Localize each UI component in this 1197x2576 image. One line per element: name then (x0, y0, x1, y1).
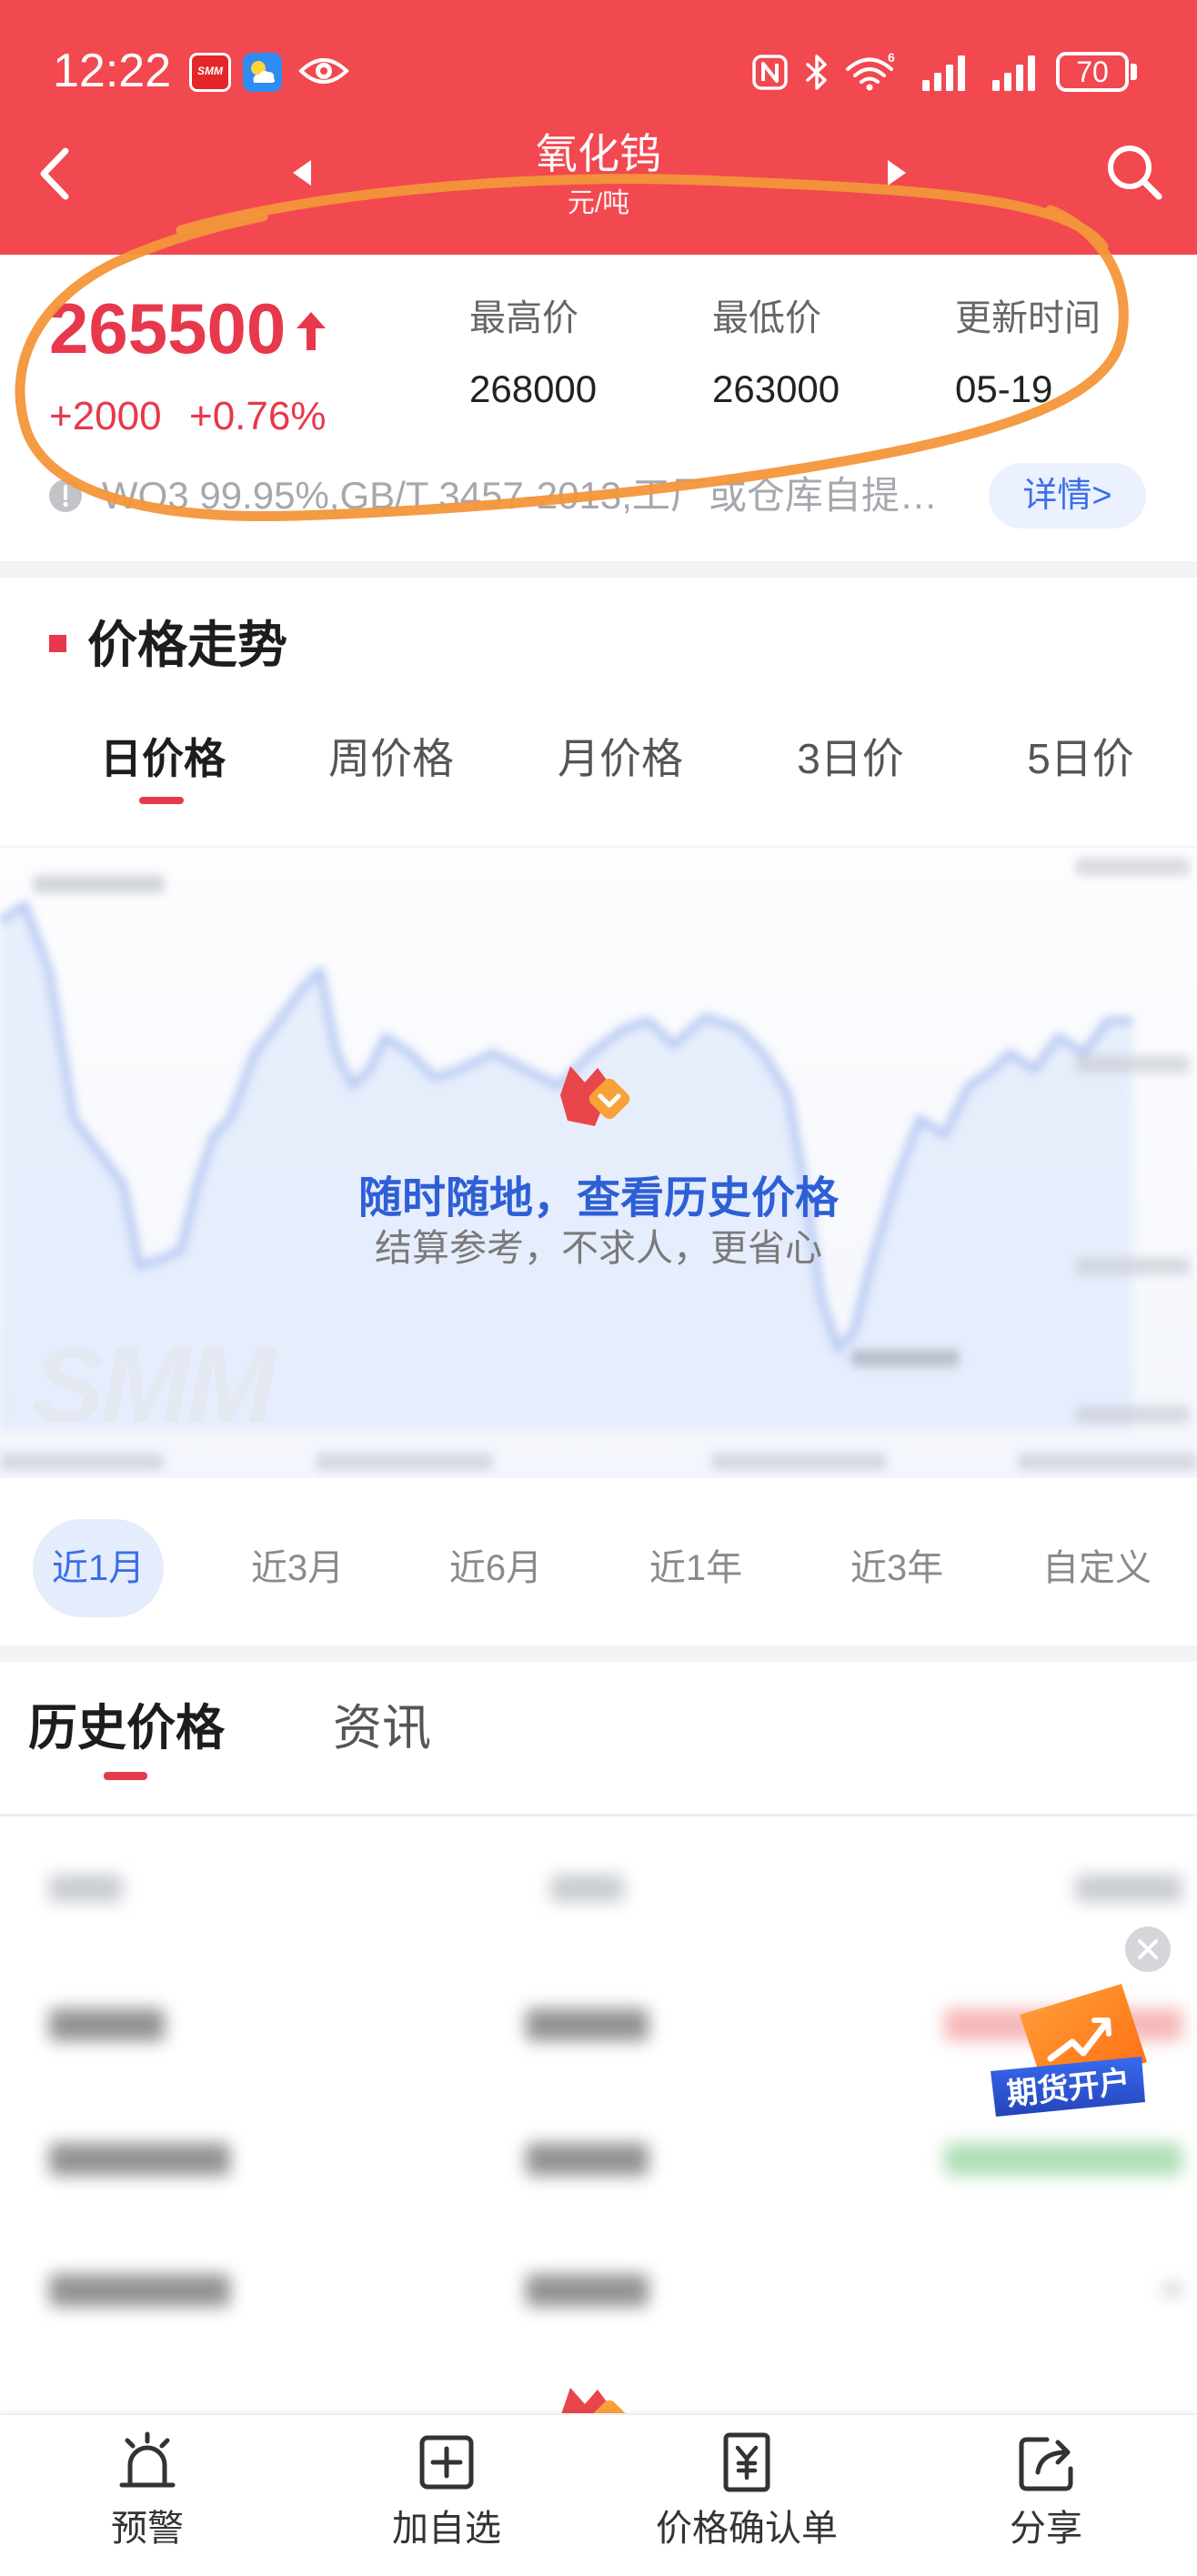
status-time: 12:22 (53, 45, 172, 97)
screen: 12:22 SMM 6 70 氧化钨 元/吨 265500 +2000 +0.7… (0, 0, 1197, 2576)
stat-updated-label: 更新时间 (955, 298, 1101, 338)
tab-daily-price[interactable]: 日价格 (72, 733, 254, 784)
stat-high-value: 268000 (469, 367, 598, 410)
smm-app-icon: SMM (189, 53, 231, 92)
stat-high-label: 最高价 (469, 298, 578, 338)
range-3-years[interactable]: 近3年 (815, 1546, 979, 1590)
nav-share-label: 分享 (1010, 2509, 1082, 2549)
nav-share[interactable]: 分享 (910, 2420, 1182, 2576)
tab-news[interactable]: 资讯 (333, 1699, 431, 1757)
signal-icon-sim2 (992, 55, 1035, 91)
futures-account-promo[interactable]: 期货开户 (985, 1978, 1151, 2128)
stat-low-value: 263000 (712, 367, 840, 410)
page-title: 氧化钨 (536, 130, 661, 177)
signal-icon-sim1 (922, 55, 965, 91)
price-chart[interactable]: SMM 随时随地，查看历史价格 结算参考，不求人，更省心 (0, 846, 1197, 1478)
next-product-icon[interactable] (887, 159, 907, 186)
tab-bar-divider (0, 1814, 1197, 1816)
table-row-cell (1162, 2285, 1182, 2294)
table-header-cell (550, 1875, 624, 1902)
price-up-arrow-icon (297, 312, 326, 350)
share-icon (1019, 2437, 1073, 2491)
tab-5day-price[interactable]: 5日价 (990, 733, 1172, 784)
table-header-cell (49, 1875, 123, 1902)
chart-overlay-title: 随时随地，查看历史价格 (357, 1174, 839, 1223)
table-header-cell (1075, 1875, 1182, 1902)
tab-3day-price[interactable]: 3日价 (759, 733, 941, 784)
nav-alert[interactable]: 预警 (11, 2420, 284, 2576)
section-marker (49, 635, 66, 652)
nav-price-confirmation-label: 价格确认单 (656, 2509, 838, 2549)
stat-low-label: 最低价 (712, 298, 821, 338)
smm-logo-icon (560, 1066, 630, 1126)
current-price: 265500 (49, 288, 287, 368)
product-spec: WO3 99.95%,GB/T 3457-2013,工厂或仓库自提… (102, 474, 938, 517)
range-6-months[interactable]: 近6月 (414, 1546, 578, 1590)
price-confirmation-icon (723, 2432, 770, 2492)
table-row-change-down (944, 2143, 1182, 2176)
bluetooth-icon (806, 55, 827, 90)
active-tab-indicator (139, 797, 184, 804)
alarm-icon (119, 2431, 176, 2488)
chart-overlay-subtitle: 结算参考，不求人，更省心 (375, 1227, 822, 1269)
table-row-cell (49, 2274, 230, 2307)
details-button[interactable]: 详情> (989, 463, 1146, 528)
wifi-generation-label: 6 (888, 51, 895, 65)
battery-nub (1131, 64, 1137, 80)
back-icon[interactable] (35, 146, 75, 202)
table-row-cell (526, 2008, 649, 2041)
details-button-label: 详情> (1022, 477, 1112, 515)
range-custom[interactable]: 自定义 (1015, 1546, 1179, 1590)
page-unit: 元/吨 (567, 188, 630, 218)
range-3-months[interactable]: 近3月 (216, 1546, 379, 1590)
section-divider (0, 561, 1197, 578)
chart-watermark: SMM (33, 1325, 276, 1445)
nav-price-confirmation[interactable]: 价格确认单 (610, 2420, 883, 2576)
battery-icon: 70 (1056, 52, 1129, 92)
search-icon[interactable] (1104, 142, 1164, 202)
wifi-icon: 6 (846, 51, 895, 91)
previous-product-icon[interactable] (292, 159, 312, 186)
price-change-percent: +0.76% (189, 394, 327, 438)
tab-weekly-price[interactable]: 周价格 (300, 733, 482, 784)
range-1-month[interactable]: 近1月 (16, 1546, 180, 1590)
nav-alert-label: 预警 (111, 2509, 184, 2549)
nav-add-watchlist[interactable]: 加自选 (310, 2420, 583, 2576)
smm-app-icon-text: SMM (197, 65, 223, 77)
section-title: 价格走势 (87, 617, 288, 673)
range-1-year[interactable]: 近1年 (614, 1546, 778, 1590)
table-row-cell (49, 2143, 230, 2176)
battery-level: 70 (1076, 55, 1109, 88)
header-bar: 12:22 SMM 6 70 氧化钨 元/吨 (0, 0, 1197, 255)
table-row-cell (49, 2008, 165, 2041)
close-icon (1138, 1939, 1158, 1959)
promo-close-button[interactable] (1125, 1927, 1171, 1972)
add-watchlist-icon (419, 2435, 474, 2490)
eye-icon (298, 58, 349, 84)
history-tab-indicator (104, 1772, 147, 1780)
info-icon (49, 479, 82, 512)
price-change: +2000 (49, 394, 162, 438)
table-row-cell (526, 2143, 649, 2176)
stat-updated-value: 05-19 (955, 367, 1053, 410)
weather-app-icon (243, 53, 282, 92)
nav-add-watchlist-label: 加自选 (392, 2509, 501, 2549)
table-row-cell (526, 2274, 649, 2307)
nfc-icon (752, 55, 788, 90)
tab-history-price[interactable]: 历史价格 (28, 1699, 225, 1757)
tab-monthly-price[interactable]: 月价格 (529, 733, 711, 784)
section-divider (0, 1645, 1197, 1662)
